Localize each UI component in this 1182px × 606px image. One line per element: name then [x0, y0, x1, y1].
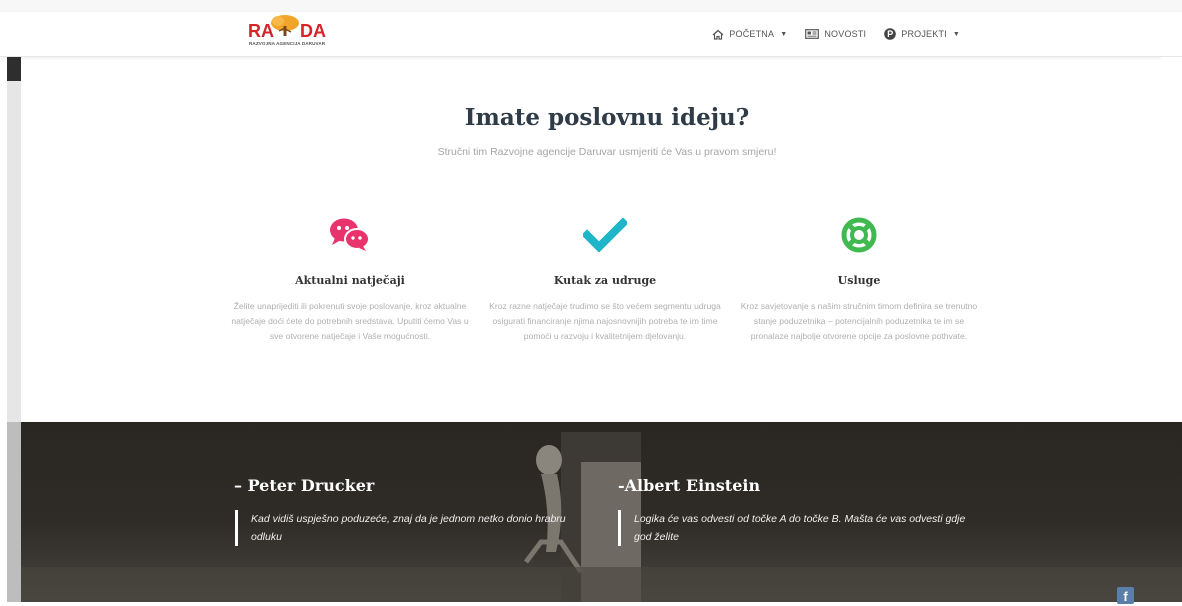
feature-title: Kutak za udruge	[553, 274, 657, 287]
lifebuoy-icon	[841, 217, 877, 253]
chevron-down-icon: ▼	[780, 30, 788, 38]
nav-item-pocetna[interactable]: POČETNA ▼	[712, 29, 787, 40]
nav-label-pocetna: POČETNA	[729, 29, 775, 39]
feature-kutak-za-udruge: Kutak za udruge Kroz razne natječaje tru…	[480, 210, 730, 344]
nav-label-novosti: NOVOSTI	[824, 29, 867, 39]
quote-text: Kad vidiš uspješno poduzeće, znaj da je …	[235, 510, 569, 546]
home-icon	[712, 29, 724, 40]
feature-usluge: Usluge Kroz savjetovanje s našim stručni…	[734, 210, 984, 344]
nav-item-novosti[interactable]: NOVOSTI	[805, 29, 866, 39]
hero-subtitle: Stručni tim Razvojne agencije Daruvar us…	[437, 146, 777, 158]
left-edge-panel-lower	[7, 422, 21, 602]
left-edge-dark	[7, 57, 21, 81]
quotes-section: – Peter Drucker Kad vidiš uspješno poduz…	[21, 422, 1182, 602]
facebook-icon[interactable]: f	[1117, 587, 1134, 604]
browser-top-strip	[0, 0, 1182, 12]
feature-title: Aktualni natječaji	[295, 274, 405, 287]
main-nav: POČETNA ▼ NOVOSTI PROJEKTI ▼	[712, 12, 960, 56]
logo[interactable]: RA DA RAZVOJNA AGENCIJA DARUVAR	[248, 15, 340, 52]
p-circle-icon	[884, 28, 897, 40]
feature-text: Kroz savjetovanje s našim stručnim timom…	[740, 301, 978, 341]
nav-item-projekti[interactable]: PROJEKTI ▼	[884, 28, 960, 40]
quote-author: – Peter Drucker	[234, 476, 375, 495]
checkmark-icon	[583, 218, 627, 252]
logo-subtitle: RAZVOJNA AGENCIJA DARUVAR	[249, 41, 326, 46]
logo-right: DA	[300, 21, 326, 41]
quote-text: Logika će vas odvesti od točke A do točk…	[618, 510, 979, 546]
feature-text: Kroz razne natječaje trudimo se što veće…	[489, 301, 721, 341]
right-edge	[1161, 57, 1182, 422]
chevron-down-icon: ▼	[952, 30, 960, 38]
feature-title: Usluge	[837, 274, 881, 287]
hero-title: Imate poslovnu ideju?	[464, 104, 750, 131]
chat-bubbles-icon	[330, 218, 370, 251]
logo-left: RA	[248, 21, 274, 41]
left-edge-panel	[7, 81, 21, 422]
feature-text: Želite unaprijediti ili pokrenuti svoje …	[231, 301, 469, 341]
newspaper-icon	[805, 29, 820, 39]
quote-author: -Albert Einstein	[618, 476, 761, 495]
nav-label-projekti: PROJEKTI	[901, 29, 947, 39]
navbar: RA DA RAZVOJNA AGENCIJA DARUVAR POČETNA ▼…	[0, 12, 1182, 57]
background-figure-image	[21, 432, 1182, 602]
feature-aktualni-natjecaji: Aktualni natječaji Želite unaprijediti i…	[225, 210, 475, 344]
logo-wordmark: RA DA	[248, 21, 326, 42]
